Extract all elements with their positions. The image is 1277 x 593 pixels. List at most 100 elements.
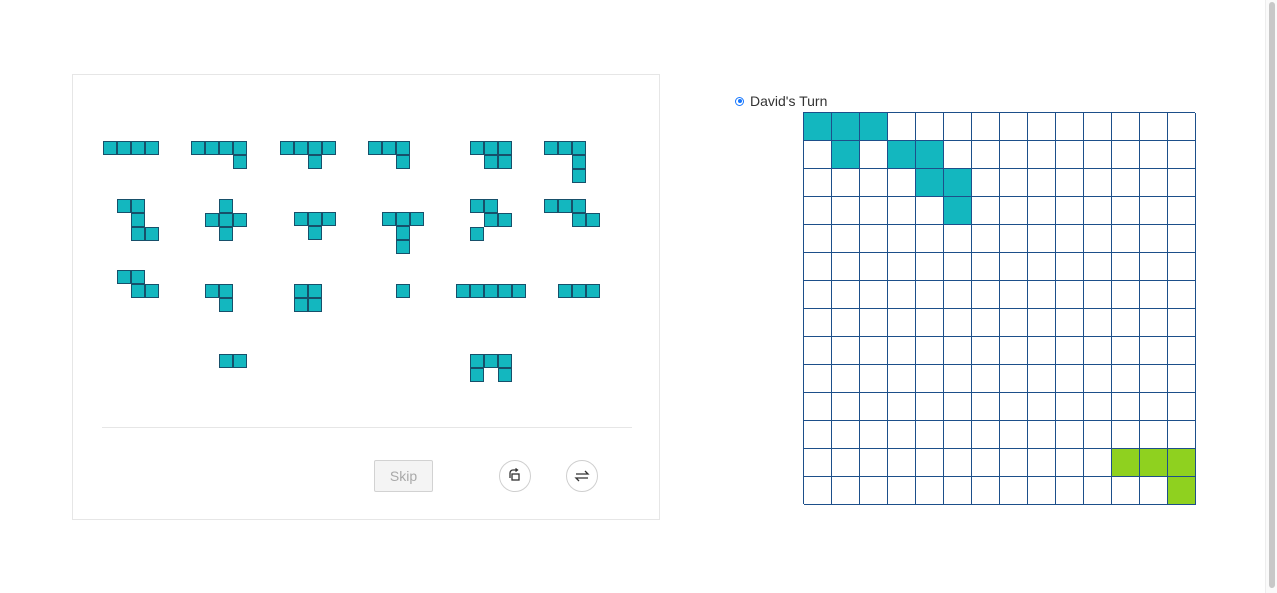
board-cell[interactable] (972, 113, 1000, 141)
board-cell[interactable] (972, 393, 1000, 421)
board-cell[interactable] (1000, 365, 1028, 393)
board-cell[interactable] (1112, 113, 1140, 141)
board-cell[interactable] (1028, 449, 1056, 477)
board-cell[interactable] (1084, 365, 1112, 393)
board-cell[interactable] (804, 197, 832, 225)
board-cell[interactable] (972, 421, 1000, 449)
board-cell[interactable] (832, 449, 860, 477)
board-cell[interactable] (1084, 337, 1112, 365)
board-cell[interactable] (1084, 169, 1112, 197)
board-cell[interactable] (804, 253, 832, 281)
board-cell[interactable] (1084, 141, 1112, 169)
board-cell[interactable] (1168, 197, 1196, 225)
board-cell[interactable] (1168, 365, 1196, 393)
board-cell[interactable] (1084, 393, 1112, 421)
board-cell[interactable] (1028, 365, 1056, 393)
board-cell[interactable] (1140, 141, 1168, 169)
board-cell[interactable] (972, 365, 1000, 393)
board-cell[interactable] (916, 337, 944, 365)
board-cell[interactable] (888, 421, 916, 449)
board-cell[interactable] (860, 197, 888, 225)
board-cell[interactable] (916, 197, 944, 225)
board-cell[interactable] (1056, 477, 1084, 505)
board-cell[interactable] (888, 225, 916, 253)
board-cell[interactable] (1056, 197, 1084, 225)
board-cell[interactable] (916, 449, 944, 477)
board-cell[interactable] (832, 253, 860, 281)
board-cell[interactable] (832, 309, 860, 337)
board-cell[interactable] (1112, 393, 1140, 421)
board-cell[interactable] (860, 113, 888, 141)
board-cell[interactable] (860, 309, 888, 337)
board-cell[interactable] (1056, 421, 1084, 449)
board-cell[interactable] (804, 113, 832, 141)
board-cell[interactable] (1084, 477, 1112, 505)
board-cell[interactable] (888, 113, 916, 141)
board-cell[interactable] (916, 477, 944, 505)
board-cell[interactable] (832, 225, 860, 253)
board-cell[interactable] (1140, 365, 1168, 393)
board-cell[interactable] (1056, 225, 1084, 253)
board-cell[interactable] (1168, 309, 1196, 337)
board-cell[interactable] (1140, 449, 1168, 477)
board-cell[interactable] (1000, 113, 1028, 141)
board-cell[interactable] (1140, 169, 1168, 197)
board-cell[interactable] (832, 477, 860, 505)
board-cell[interactable] (1140, 253, 1168, 281)
board-cell[interactable] (1168, 477, 1196, 505)
board-cell[interactable] (804, 449, 832, 477)
board-cell[interactable] (1000, 141, 1028, 169)
board-cell[interactable] (1112, 477, 1140, 505)
board-cell[interactable] (944, 309, 972, 337)
board-cell[interactable] (1140, 309, 1168, 337)
board-cell[interactable] (916, 113, 944, 141)
board-cell[interactable] (1084, 309, 1112, 337)
board-cell[interactable] (1084, 113, 1112, 141)
board-cell[interactable] (1140, 393, 1168, 421)
board-cell[interactable] (1112, 281, 1140, 309)
board-cell[interactable] (832, 365, 860, 393)
board-cell[interactable] (1168, 113, 1196, 141)
board-cell[interactable] (1000, 421, 1028, 449)
board-cell[interactable] (1168, 225, 1196, 253)
board-cell[interactable] (860, 225, 888, 253)
flip-button[interactable] (566, 460, 598, 492)
board-cell[interactable] (804, 421, 832, 449)
skip-button[interactable]: Skip (374, 460, 433, 492)
board-cell[interactable] (860, 393, 888, 421)
board-cell[interactable] (832, 113, 860, 141)
board-cell[interactable] (1028, 141, 1056, 169)
board-cell[interactable] (1112, 253, 1140, 281)
board-cell[interactable] (1000, 253, 1028, 281)
board-cell[interactable] (888, 337, 916, 365)
board-cell[interactable] (972, 337, 1000, 365)
board-cell[interactable] (1000, 169, 1028, 197)
board-cell[interactable] (972, 449, 1000, 477)
board-cell[interactable] (888, 393, 916, 421)
board-cell[interactable] (916, 309, 944, 337)
board-cell[interactable] (860, 477, 888, 505)
board-cell[interactable] (832, 141, 860, 169)
board-cell[interactable] (972, 225, 1000, 253)
board-cell[interactable] (1000, 449, 1028, 477)
scrollbar-thumb[interactable] (1269, 2, 1275, 588)
board-cell[interactable] (1028, 113, 1056, 141)
board-cell[interactable] (916, 393, 944, 421)
board-cell[interactable] (1056, 393, 1084, 421)
board-cell[interactable] (804, 365, 832, 393)
board-cell[interactable] (1140, 113, 1168, 141)
board-cell[interactable] (1000, 337, 1028, 365)
board-cell[interactable] (972, 141, 1000, 169)
board-cell[interactable] (804, 169, 832, 197)
board-cell[interactable] (1028, 477, 1056, 505)
board-cell[interactable] (1000, 225, 1028, 253)
board-cell[interactable] (804, 309, 832, 337)
board-cell[interactable] (1056, 309, 1084, 337)
board-cell[interactable] (888, 141, 916, 169)
board-cell[interactable] (944, 169, 972, 197)
board-cell[interactable] (1112, 309, 1140, 337)
board-cell[interactable] (888, 169, 916, 197)
board-cell[interactable] (1028, 225, 1056, 253)
board-cell[interactable] (1084, 421, 1112, 449)
board-cell[interactable] (804, 281, 832, 309)
